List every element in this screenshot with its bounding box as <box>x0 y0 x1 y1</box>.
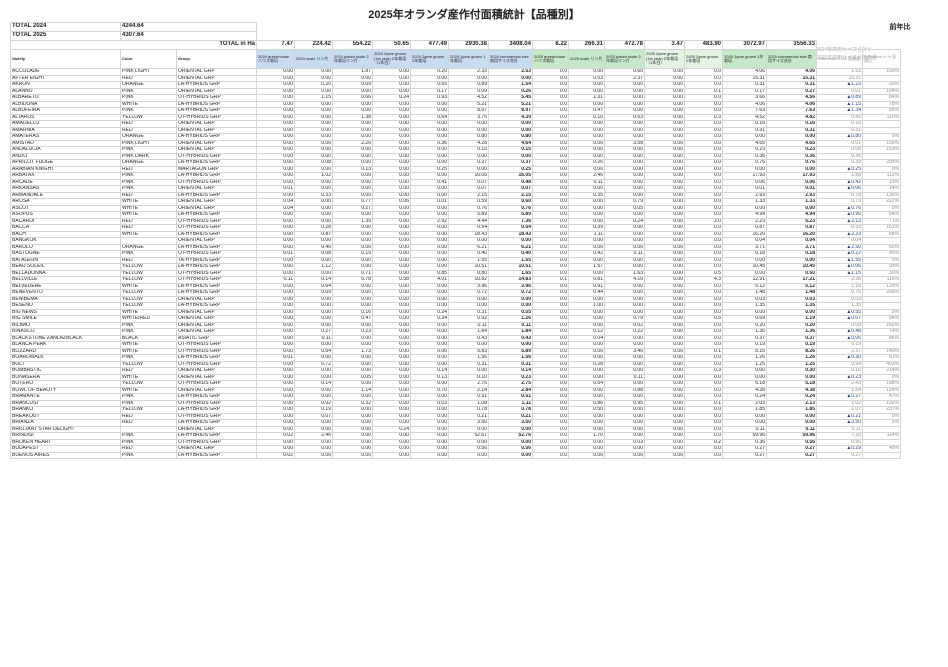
column-total: 50.65 <box>372 40 411 50</box>
column-total: 472.78 <box>604 40 645 50</box>
column-total: 3072.97 <box>722 40 767 50</box>
column-total: 554.22 <box>332 40 373 50</box>
total-2025-value: 4307.64 <box>120 31 257 41</box>
column-header: 2025 naked scale 2年栽培リン片 <box>604 49 645 69</box>
spreadsheet: TOTAL 2024 4244.64 TOTAL 2025 4307.64 TO… <box>10 22 938 459</box>
total-2024-value: 4244.64 <box>120 22 257 32</box>
column-header: 2024 scale リン片 <box>294 49 333 69</box>
column-total: 8.22 <box>532 40 569 50</box>
column-total: 477.49 <box>410 40 449 50</box>
value-cell: 0.0 <box>532 451 569 459</box>
total-2024-label: TOTAL 2024 <box>10 22 121 32</box>
column-header: 2025 scale リン片 <box>568 49 605 69</box>
table-row: BUENOS AIRES PINK LA-HYBRIDS GRP 0.02 0.00 0.… <box>10 451 901 459</box>
variety-table: TOTAL 2024 4244.64 TOTAL 2025 4307.64 TO… <box>10 22 901 459</box>
column-header: 2025 greenhouse ハウス栽培 <box>532 49 569 69</box>
variety-cell: BUENOS AIRES <box>10 451 121 459</box>
diff-ha-cell: 0.27 <box>816 451 863 459</box>
column-header: 2025 2year grown (1st year) 2年栽培（1年目） <box>644 49 685 69</box>
value-cell: 0.00 <box>372 451 411 459</box>
column-total: 3408.04 <box>488 40 533 50</box>
column-total: 483.90 <box>684 40 723 50</box>
total-in-ha-row: TOTAL in Ha 7.47 224.42 554.22 50.65 477.49 2… <box>10 40 901 50</box>
column-header: 2024 2year grown (1st year) 2年栽培（1年目） <box>372 49 411 69</box>
column-total: 3556.33 <box>766 40 817 50</box>
value-cell: 0.00 <box>644 451 685 459</box>
value-cell: 0.02 <box>256 451 295 459</box>
column-total: 266.31 <box>568 40 605 50</box>
color-cell: PINK <box>120 451 177 459</box>
column-header: 2024 2year grown 2年栽培 <box>410 49 449 69</box>
page-title: 2025年オランダ産作付面積統計【品種別】 <box>368 9 580 21</box>
column-header: 2025 2year grown 2年栽培 <box>684 49 723 69</box>
total-2025-label: TOTAL 2025 <box>10 31 121 41</box>
diff-pct-cell <box>862 451 901 459</box>
column-total: 224.42 <box>294 40 333 50</box>
header-group: Groep <box>176 49 257 69</box>
column-header: 2024 naked scale 2年栽培リン片 <box>332 49 373 69</box>
header-color: Color <box>120 49 177 69</box>
header-diff-pct: Difference in % 面積比 <box>862 49 901 69</box>
value-cell: 0.00 <box>604 451 645 459</box>
column-header: 2024 1year grown 1年栽培 <box>448 49 489 69</box>
value-cell: 0.27 <box>766 451 817 459</box>
column-header: 2025 commercial size 商用サイズ合計 <box>766 49 817 69</box>
total-in-ha-label: TOTAL in Ha <box>10 40 257 50</box>
value-cell: 0.0 <box>684 451 723 459</box>
value-cell: 0.00 <box>488 451 533 459</box>
value-cell: 0.00 <box>448 451 489 459</box>
value-cell: 0.00 <box>294 451 333 459</box>
value-cell: 0.00 <box>410 451 449 459</box>
value-cell: 0.00 <box>568 451 605 459</box>
total-2025-row: TOTAL 2025 4307.64 <box>10 31 901 41</box>
group-cell: LA-HYBRIDS GRP <box>176 451 257 459</box>
column-total: 2930.38 <box>448 40 489 50</box>
header-diff-ha: Difference in HA 面積差 <box>816 49 863 69</box>
value-cell: 0.27 <box>722 451 767 459</box>
column-total: 7.47 <box>256 40 295 50</box>
column-header: 2025 1year grown 1年栽培 <box>722 49 767 69</box>
total-2024-row: TOTAL 2024 4244.64 <box>10 22 901 32</box>
column-total: 3.47 <box>644 40 685 50</box>
header-variety: Variety <box>10 49 121 69</box>
header-row: Variety Color Groep 2024 greenhouse ハウス栽… <box>10 49 901 69</box>
column-header: 2024 commercial size 商用サイズ合計 <box>488 49 533 69</box>
column-header: 2024 greenhouse ハウス栽培 <box>256 49 295 69</box>
value-cell: 0.00 <box>332 451 373 459</box>
